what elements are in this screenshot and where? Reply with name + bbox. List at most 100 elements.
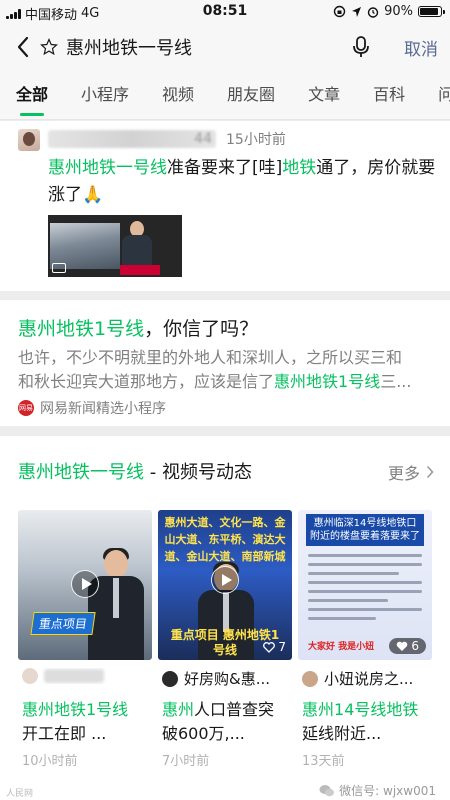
watermark-left: 人民网: [6, 789, 34, 799]
article-text-lines: [308, 554, 422, 626]
moment-result[interactable]: 44 15小时前 惠州地铁一号线准备要来了[哇]地铁通了，房价就要涨了🙏: [0, 121, 450, 291]
video-timestamp: 7小时前: [162, 754, 210, 769]
video-camera-icon: [52, 263, 66, 273]
search-query: 惠州地铁一号线: [66, 38, 192, 59]
keyword-highlight: 14号线地铁: [334, 700, 419, 719]
keyword-highlight: 惠州地铁1号线: [18, 318, 145, 340]
more-button[interactable]: 更多: [388, 460, 434, 484]
source-name: 网易新闻精选小程序: [40, 401, 166, 417]
tab-videos[interactable]: 视频: [162, 70, 194, 119]
screen-rotation-lock-icon: [333, 5, 346, 18]
video-author[interactable]: [22, 668, 152, 684]
like-count[interactable]: 6: [389, 638, 426, 654]
keyword-highlight: 惠州: [302, 700, 335, 719]
watermark: 微信号: wjxw001: [319, 782, 436, 799]
alarm-icon: [367, 6, 379, 18]
video-card[interactable]: 重点项目 惠州地铁1号线 开工在即 ... 10小时前: [18, 510, 152, 778]
back-button[interactable]: [10, 33, 36, 61]
keyword-highlight: 惠州地铁1号线: [22, 700, 129, 719]
video-thumbnail[interactable]: 惠州临深14号线地铁口附近的楼盘要着落要来了 大家好 我是小妞 6: [298, 510, 432, 660]
search-bar: 惠州地铁一号线 取消: [0, 24, 450, 70]
tab-mini-programs[interactable]: 小程序: [81, 70, 129, 119]
author-name-redacted[interactable]: 44: [48, 130, 216, 148]
netease-logo-icon: 网易: [18, 400, 34, 416]
like-count-value: 6: [411, 639, 419, 653]
video-author[interactable]: 小妞说房之...: [302, 668, 432, 689]
video-overlay-text: 惠州临深14号线地铁口附近的楼盘要着落要来了: [306, 514, 424, 546]
video-card[interactable]: 惠州大道、文化一路、金山大道、东平桥、演达大道、金山大道、南部新城 重点项目 惠…: [158, 510, 292, 778]
location-icon: [352, 6, 362, 17]
tab-articles[interactable]: 文章: [308, 70, 340, 119]
article-title[interactable]: 惠州地铁1号线，你信了吗？: [18, 314, 258, 341]
heart-icon: [397, 641, 408, 651]
avatar[interactable]: [18, 129, 40, 151]
channels-section: 惠州地铁一号线 - 视频号动态 更多 重点项目 惠州地铁1号线 开工在即 ... …: [0, 436, 450, 800]
video-overlay-text: 惠州大道、文化一路、金山大道、东平桥、演达大道、金山大道、南部新城: [164, 516, 286, 563]
keyword-highlight: 惠州地铁1号线: [274, 372, 381, 391]
author-name-redacted: [44, 669, 104, 683]
video-timestamp: 13天前: [302, 754, 345, 769]
keyword-highlight: 惠州地铁一号线: [48, 158, 167, 178]
video-banner: 重点项目: [30, 612, 96, 635]
praying-hands-emoji: 🙏: [82, 185, 104, 205]
author-avatar: [162, 670, 178, 687]
like-count[interactable]: 7: [263, 640, 286, 654]
tab-moments[interactable]: 朋友圈: [227, 70, 275, 119]
author-name: 小妞说房之...: [324, 670, 414, 688]
play-icon[interactable]: [211, 566, 239, 594]
author-name-suffix: 44: [194, 131, 212, 147]
chevron-right-icon: [426, 465, 434, 479]
chevron-left-icon: [17, 36, 29, 58]
video-thumbnail[interactable]: 重点项目: [18, 510, 152, 660]
thumbnail-tag: [120, 265, 160, 275]
microphone-icon[interactable]: [350, 35, 372, 59]
like-count-value: 7: [278, 640, 286, 654]
video-author[interactable]: 好房购&惠...: [162, 668, 292, 689]
video-card[interactable]: 惠州临深14号线地铁口附近的楼盘要着落要来了 大家好 我是小妞 6 小妞说房之.…: [298, 510, 432, 778]
video-timestamp: 10小时前: [22, 754, 78, 769]
status-bar: 中国移动 4G 08:51 90%: [0, 0, 450, 24]
video-title: 惠州14号线地铁延线附近...: [302, 698, 430, 746]
search-input[interactable]: 惠州地铁一号线: [40, 31, 380, 63]
article-source[interactable]: 网易 网易新闻精选小程序: [18, 398, 166, 418]
tab-all[interactable]: 全部: [16, 70, 48, 119]
author-name: 好房购&惠...: [184, 670, 271, 688]
video-thumbnail[interactable]: [48, 215, 182, 277]
status-right: 90%: [333, 4, 445, 19]
section-title-rest: - 视频号动态: [144, 462, 252, 483]
section-title: 惠州地铁一号线 - 视频号动态: [18, 458, 252, 484]
star-icon: [40, 38, 58, 56]
keyword-highlight: 地铁: [282, 158, 317, 178]
author-avatar: [22, 668, 38, 684]
more-label: 更多: [387, 464, 420, 483]
moment-text: 惠州地铁一号线准备要来了[哇]地铁通了，房价就要涨了🙏: [48, 155, 438, 209]
video-banner: 大家好 我是小妞: [308, 642, 375, 652]
video-title: 惠州地铁1号线 开工在即 ...: [22, 698, 150, 746]
tab-encyclopedia[interactable]: 百科: [373, 70, 405, 119]
snippet-line: 和秋长迎宾大道那地方，应该是信了惠州地铁1号线三...: [18, 370, 438, 394]
snippet-text: 和秋长迎宾大道那地方，应该是信了: [18, 372, 275, 391]
battery-percent: 90%: [384, 4, 413, 19]
article-snippet: 也许，不少不明就里的外地人和深圳人，之所以买三和 和秋长迎宾大道那地方，应该是信…: [18, 346, 438, 394]
video-thumbnail[interactable]: 惠州大道、文化一路、金山大道、东平桥、演达大道、金山大道、南部新城 重点项目 惠…: [158, 510, 292, 660]
keyword-highlight: 惠州: [162, 700, 195, 719]
battery-icon: [418, 6, 445, 17]
snippet-line: 也许，不少不明就里的外地人和深圳人，之所以买三和: [18, 348, 403, 367]
news-anchor-image: [122, 221, 152, 271]
article-title-rest: ，你信了吗？: [144, 318, 259, 340]
keyword-highlight: 惠州地铁一号线: [18, 462, 144, 483]
moment-text-part: 准备要来了[哇]: [167, 158, 283, 178]
watermark-text: 微信号: wjxw001: [339, 784, 436, 798]
cancel-button[interactable]: 取消: [404, 35, 438, 60]
tab-questions[interactable]: 问: [438, 70, 450, 119]
video-title-rest: 延线附近...: [302, 724, 382, 743]
video-title: 惠州人口普查突破600万,...: [162, 698, 290, 746]
snippet-text: 三...: [380, 372, 412, 391]
video-title-rest: 开工在即 ...: [22, 724, 107, 743]
author-avatar: [302, 670, 318, 687]
heart-icon: [263, 641, 276, 653]
moment-timestamp: 15小时前: [226, 132, 286, 148]
article-result[interactable]: 惠州地铁1号线，你信了吗？ 也许，不少不明就里的外地人和深圳人，之所以买三和 和…: [0, 300, 450, 426]
play-icon[interactable]: [71, 570, 99, 598]
wechat-logo-icon: [319, 784, 335, 796]
